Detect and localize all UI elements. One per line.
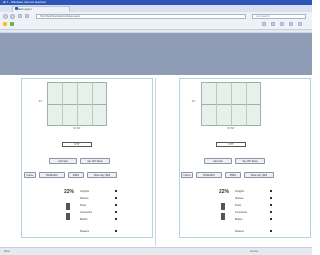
left-option-bottom: Bottom (80, 218, 88, 221)
right-frame-button[interactable]: Frame (181, 172, 193, 178)
right-checkbox-connectors[interactable] (270, 211, 272, 213)
home-icon[interactable] (262, 22, 266, 26)
back-button[interactable] (3, 14, 8, 19)
right-post-icon (221, 203, 225, 210)
left-prev-button[interactable]: PREV (68, 172, 84, 178)
right-prev-button[interactable]: PREV (225, 172, 241, 178)
left-checkbox-connectors[interactable] (115, 211, 117, 213)
status-bar: Done Internet (0, 247, 312, 255)
right-checkbox-uprights[interactable] (270, 190, 272, 192)
left-height-label: 24" (38, 100, 43, 103)
left-connector-icon (66, 213, 70, 220)
left-checkbox-bottom[interactable] (115, 218, 117, 220)
right-rack-diagram (201, 82, 261, 126)
left-post-icon (66, 203, 70, 210)
page-icon (15, 7, 18, 10)
left-add-rack-button[interactable]: Add rack (49, 158, 77, 164)
search-input[interactable]: Live Search (252, 14, 306, 19)
left-base-select[interactable]: BASE-B16 (39, 172, 65, 178)
page-banner (0, 33, 312, 75)
left-option-posts: Posts (80, 204, 86, 207)
panel-divider (155, 78, 156, 246)
left-checkbox-drawers[interactable] (115, 230, 117, 232)
right-option-uprights: Uprights (235, 190, 244, 193)
favorites-star-icon[interactable] (3, 22, 7, 26)
left-rack-diagram (47, 82, 107, 126)
right-connector-icon (221, 213, 225, 220)
left-checkbox-shelves[interactable] (115, 197, 117, 199)
right-value-box[interactable]: 6' 8" (216, 142, 246, 147)
page-menu-icon[interactable] (289, 22, 293, 26)
print-icon[interactable] (280, 22, 284, 26)
left-checkbox-uprights[interactable] (115, 190, 117, 192)
right-height-label: 24" (191, 100, 196, 103)
right-option-shelves: Shelves (235, 197, 244, 200)
left-option-uprights: Uprights (80, 190, 89, 193)
left-checkbox-posts[interactable] (115, 204, 117, 206)
left-option-connectors: Connectors (80, 211, 93, 214)
tools-menu-icon[interactable] (298, 22, 302, 26)
status-text: Done (4, 250, 10, 253)
security-zone: Internet (250, 250, 259, 253)
tab-label: Rack Layout (17, 8, 32, 11)
right-draw-only-button[interactable]: Draw only (Dbl) (244, 172, 274, 178)
left-option-drawers: Drawers (80, 230, 89, 233)
left-frame-button[interactable]: Frame (24, 172, 36, 178)
left-percent: 22% (64, 189, 75, 195)
left-draw-only-button[interactable]: Draw only (Dbl) (87, 172, 117, 178)
add-favorites-icon[interactable] (10, 22, 14, 26)
right-option-connectors: Connectors (235, 211, 248, 214)
right-checkbox-posts[interactable] (270, 204, 272, 206)
right-checkbox-shelves[interactable] (270, 197, 272, 199)
command-icons (262, 22, 306, 27)
left-value-box[interactable]: 6' 8" (62, 142, 92, 147)
right-checkbox-bottom[interactable] (270, 218, 272, 220)
left-width-label: W: 60" (73, 127, 81, 130)
right-checkbox-drawers[interactable] (270, 230, 272, 232)
search-placeholder: Live Search (256, 15, 270, 18)
right-set-rows-button[interactable]: Set 100' Rows (235, 158, 265, 164)
refresh-button[interactable] (18, 14, 22, 18)
feeds-icon[interactable] (271, 22, 275, 26)
right-base-select[interactable]: BASE-B16 (196, 172, 222, 178)
stop-button[interactable] (25, 14, 29, 18)
right-option-drawers: Drawers (235, 230, 244, 233)
address-bar[interactable]: http://localhost/rack/configure.aspx (36, 14, 246, 19)
window-title: IE 7 - Windows Internet Explorer (3, 0, 47, 4)
address-value: http://localhost/rack/configure.aspx (40, 15, 80, 18)
left-set-rows-button[interactable]: Set 100' Rows (80, 158, 110, 164)
right-option-bottom: Bottom (235, 218, 243, 221)
right-option-posts: Posts (235, 204, 241, 207)
right-percent: 22% (219, 189, 230, 195)
right-width-label: W: 60" (227, 127, 235, 130)
forward-button[interactable] (10, 14, 15, 19)
right-add-rack-button[interactable]: Add rack (204, 158, 232, 164)
left-option-shelves: Shelves (80, 197, 89, 200)
